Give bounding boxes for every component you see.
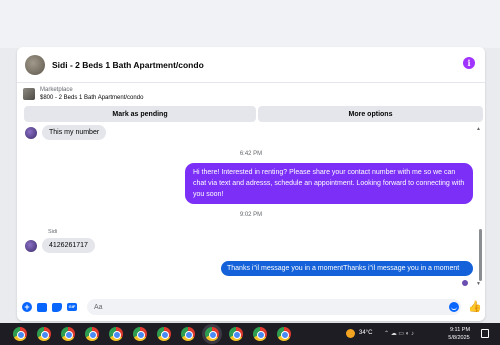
- outgoing-message[interactable]: Thanks i"il message you in a momentThank…: [221, 261, 473, 276]
- incoming-message[interactable]: This my number: [42, 125, 107, 140]
- chrome-icon[interactable]: [61, 327, 75, 341]
- message-list: This my number 6:42 PM Hi there! Interes…: [17, 125, 485, 289]
- clock-date[interactable]: 5/8/2025: [444, 335, 474, 341]
- listing-source: Marketplace: [40, 87, 73, 93]
- listing-thumbnail: [23, 88, 35, 100]
- chat-title[interactable]: Sidi - 2 Beds 1 Bath Apartment/condo: [52, 60, 204, 70]
- chrome-icon[interactable]: [277, 327, 291, 341]
- message-input[interactable]: [87, 299, 461, 315]
- outgoing-message[interactable]: Hi there! Interested in renting? Please …: [185, 163, 473, 204]
- chrome-icon[interactable]: [205, 327, 219, 341]
- taskbar: 34°C ⌃ ☁ ▭ ◐ ♪ 9:11 PM 5/8/2025: [0, 323, 500, 345]
- chrome-icon[interactable]: [13, 327, 27, 341]
- seen-indicator-avatar: [462, 280, 468, 286]
- sticker-icon[interactable]: [51, 301, 63, 313]
- thumbs-up-icon[interactable]: 👍: [468, 301, 482, 313]
- scrollbar-thumb[interactable]: [479, 229, 482, 281]
- chrome-icon[interactable]: [181, 327, 195, 341]
- scroll-down-arrow-icon[interactable]: ▼: [476, 281, 481, 287]
- message-timestamp: 6:42 PM: [239, 151, 263, 157]
- sender-avatar: [25, 127, 37, 139]
- chrome-icon[interactable]: [229, 327, 243, 341]
- chrome-icon[interactable]: [133, 327, 147, 341]
- weather-icon[interactable]: [346, 329, 355, 338]
- more-options-button[interactable]: More options: [258, 106, 483, 122]
- incoming-message[interactable]: 4126261717: [42, 238, 95, 253]
- sender-avatar: [25, 240, 37, 252]
- plus-circle-icon[interactable]: +: [21, 301, 33, 313]
- chat-window: Sidi - 2 Beds 1 Bath Apartment/condo i M…: [17, 47, 485, 321]
- contact-avatar[interactable]: [25, 54, 45, 75]
- emoji-icon[interactable]: [449, 302, 459, 312]
- notification-icon[interactable]: [481, 329, 489, 338]
- photo-icon[interactable]: [36, 301, 48, 313]
- chrome-icon[interactable]: [109, 327, 123, 341]
- scroll-up-arrow-icon[interactable]: ▲: [476, 126, 481, 132]
- chrome-icon[interactable]: [253, 327, 267, 341]
- chrome-icon[interactable]: [157, 327, 171, 341]
- sender-name: Sidi: [48, 229, 58, 235]
- message-timestamp: 9:02 PM: [239, 212, 263, 218]
- weather-temperature[interactable]: 34°C: [359, 330, 372, 336]
- message-composer: + GIF 👍: [17, 293, 485, 321]
- mark-as-pending-button[interactable]: Mark as pending: [24, 106, 256, 122]
- system-tray-icons[interactable]: ⌃ ☁ ▭ ◐ ♪: [384, 330, 414, 337]
- gif-icon[interactable]: GIF: [66, 301, 78, 313]
- clock-time[interactable]: 9:11 PM: [447, 327, 473, 333]
- page-background: [0, 0, 500, 48]
- listing-banner[interactable]: Marketplace $800 - 2 Beds 1 Bath Apartme…: [23, 84, 143, 104]
- chat-header: Sidi - 2 Beds 1 Bath Apartment/condo i: [17, 47, 485, 83]
- info-icon[interactable]: i: [463, 57, 475, 69]
- chrome-icon[interactable]: [85, 327, 99, 341]
- chrome-icon[interactable]: [37, 327, 51, 341]
- listing-price-title: $800 - 2 Beds 1 Bath Apartment/condo: [40, 95, 144, 101]
